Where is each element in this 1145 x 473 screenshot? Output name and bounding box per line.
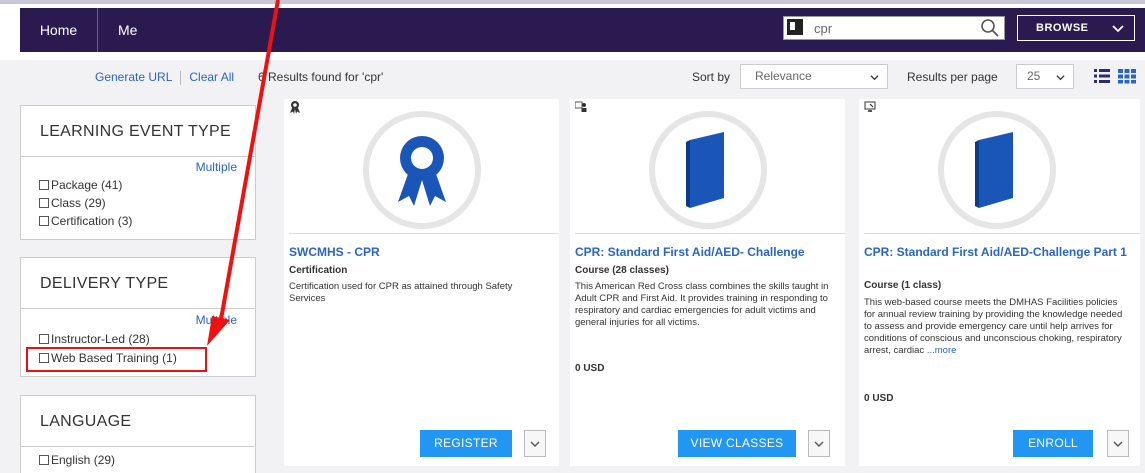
card-title-link[interactable]: CPR: Standard First Aid/AED-Challenge Pa… — [864, 245, 1132, 260]
card-divider — [864, 233, 1140, 234]
top-bar: Home Me BROWSE — [0, 0, 1145, 60]
results-per-page-label: Results per page — [907, 70, 998, 84]
checkbox[interactable] — [39, 180, 49, 190]
card-thumbnail[interactable] — [938, 111, 1056, 229]
facet-option-english[interactable]: English (29) — [39, 453, 115, 467]
card-subtitle: Course (1 class) — [864, 280, 942, 291]
search-type-icon[interactable] — [787, 19, 803, 35]
nav-me[interactable]: Me — [104, 8, 151, 52]
facet-title: LEARNING EVENT TYPE — [21, 106, 255, 157]
ribbon-icon — [398, 136, 446, 206]
card-price: 0 USD — [575, 363, 605, 374]
register-button[interactable]: REGISTER — [420, 430, 512, 457]
card-divider — [289, 233, 559, 234]
card-subtitle: Certification — [289, 265, 348, 276]
card-title-link[interactable]: CPR: Standard First Aid/AED- Challenge — [575, 245, 843, 260]
chevron-down-icon — [530, 441, 540, 447]
card-description: This web-based course meets the DMHAS Fa… — [864, 297, 1123, 356]
chevron-down-icon — [870, 75, 879, 81]
sort-label: Sort by — [692, 70, 731, 84]
grid-view-icon[interactable] — [1118, 68, 1136, 84]
checkbox[interactable] — [39, 455, 49, 465]
search-icon[interactable] — [980, 18, 1000, 38]
card-thumbnail[interactable] — [649, 111, 767, 229]
chevron-down-icon — [1112, 25, 1124, 33]
card-options-dropdown[interactable] — [1107, 430, 1129, 457]
search-box — [783, 16, 1005, 40]
result-card: CPR: Standard First Aid/AED-Challenge Pa… — [859, 99, 1140, 466]
card-divider — [575, 233, 845, 234]
ribbon-icon — [290, 101, 300, 114]
card-subtitle: Course (28 classes) — [575, 265, 669, 276]
sidebar-links: Generate URL Clear All — [95, 70, 234, 85]
facet-title: DELIVERY TYPE — [21, 258, 255, 309]
checkbox[interactable] — [39, 198, 49, 208]
generate-url-link[interactable]: Generate URL — [95, 70, 172, 84]
search-input[interactable] — [814, 18, 964, 38]
clear-all-link[interactable]: Clear All — [189, 70, 234, 84]
card-options-dropdown[interactable] — [808, 430, 830, 457]
browse-label: BROWSE — [1036, 22, 1089, 34]
result-card: CPR: Standard First Aid/AED- Challenge C… — [570, 99, 845, 466]
facet-option-class[interactable]: Class (29) — [39, 196, 106, 210]
card-options-dropdown[interactable] — [524, 430, 546, 457]
results-per-page-select[interactable]: 25 — [1016, 64, 1074, 89]
sort-select[interactable]: Relevance — [740, 64, 888, 89]
chevron-down-icon — [814, 441, 824, 447]
facet-option-certification[interactable]: Certification (3) — [39, 214, 132, 228]
book-icon — [975, 132, 1013, 208]
card-price: 0 USD — [864, 393, 894, 404]
card-title-link[interactable]: SWCMHS - CPR — [289, 245, 557, 260]
link-divider — [180, 70, 182, 85]
computer-icon — [864, 101, 876, 112]
facet-learning-event-type: LEARNING EVENT TYPE Multiple Package (41… — [20, 105, 256, 240]
card-thumbnail[interactable] — [363, 111, 481, 229]
card-description: Certification used for CPR as attained t… — [289, 281, 513, 304]
facet-option-package[interactable]: Package (41) — [39, 178, 122, 192]
list-view-icon[interactable] — [1094, 68, 1110, 84]
facet-option-instructor-led[interactable]: Instructor-Led (28) — [39, 332, 150, 346]
more-link[interactable]: ...more — [927, 345, 957, 356]
browse-button[interactable]: BROWSE — [1017, 15, 1135, 41]
chevron-down-icon — [1113, 441, 1123, 447]
card-description: This American Red Cross class combines t… — [575, 281, 829, 328]
facet-multiple-link[interactable]: Multiple — [196, 313, 237, 327]
enroll-button[interactable]: ENROLL — [1013, 430, 1093, 457]
instructor-icon — [575, 101, 587, 112]
annotation-highlight-box — [26, 347, 207, 372]
facet-multiple-link[interactable]: Multiple — [196, 160, 237, 174]
checkbox[interactable] — [39, 216, 49, 226]
nav-home[interactable]: Home — [20, 8, 98, 52]
facet-language: LANGUAGE English (29) — [20, 395, 256, 473]
result-card: SWCMHS - CPR Certification Certification… — [284, 99, 559, 466]
checkbox[interactable] — [39, 334, 49, 344]
view-classes-button[interactable]: VIEW CLASSES — [678, 430, 796, 457]
results-count: 6 Results found for 'cpr' — [258, 70, 384, 84]
facet-title: LANGUAGE — [21, 396, 255, 447]
top-border — [0, 0, 1145, 4]
chevron-down-icon — [1056, 75, 1065, 81]
book-icon — [686, 132, 724, 208]
